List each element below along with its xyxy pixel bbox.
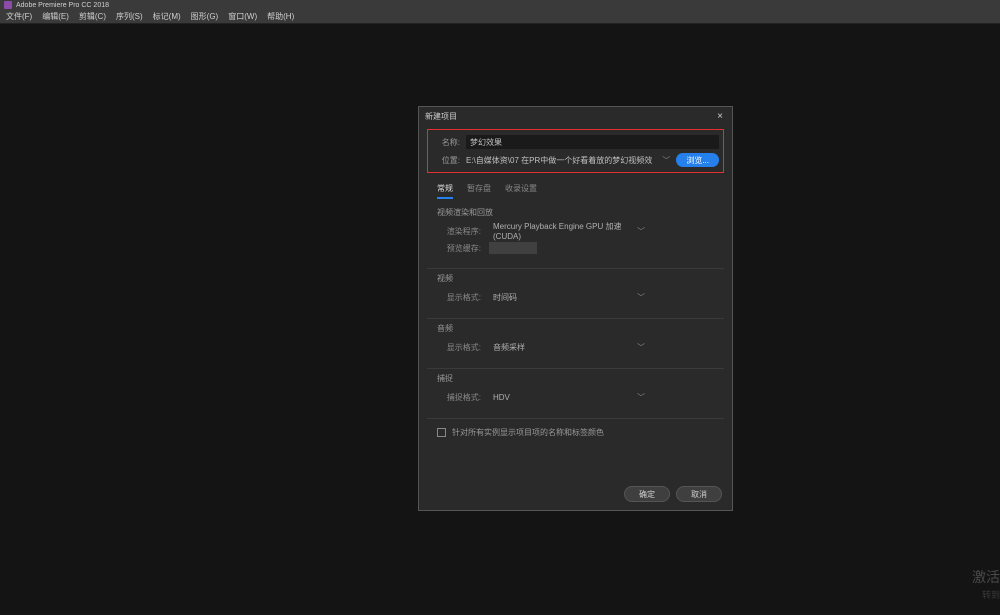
tab-scratch[interactable]: 暂存盘 xyxy=(467,183,491,199)
activation-watermark: 激活 xyxy=(972,567,1000,587)
section-video: 视频 显示格式: 时间码 ﹀ xyxy=(427,269,724,319)
cancel-button[interactable]: 取消 xyxy=(676,486,722,502)
section-video-render: 视频渲染和回放 渲染程序: Mercury Playback Engine GP… xyxy=(427,203,724,269)
capture-title: 捕捉 xyxy=(437,373,714,384)
dialog-footer: 确定 取消 xyxy=(624,486,722,502)
video-title: 视频 xyxy=(437,273,714,284)
ok-button[interactable]: 确定 xyxy=(624,486,670,502)
chevron-down-icon: ﹀ xyxy=(637,392,645,403)
checkbox-row: 针对所有实例显示项目项的名称和标签颜色 xyxy=(427,419,724,446)
location-label: 位置: xyxy=(432,155,460,166)
chevron-down-icon: ﹀ xyxy=(637,342,645,353)
project-items-checkbox[interactable] xyxy=(437,428,446,437)
preview-cache-label: 预览缓存: xyxy=(437,243,481,254)
video-display-label: 显示格式: xyxy=(437,292,481,303)
project-name-input[interactable] xyxy=(466,135,719,149)
capture-format-select[interactable]: HDV ﹀ xyxy=(489,390,649,404)
chevron-down-icon[interactable]: ﹀ xyxy=(662,155,670,166)
checkbox-label: 针对所有实例显示项目项的名称和标签颜色 xyxy=(452,427,604,438)
menu-sequence[interactable]: 序列(S) xyxy=(116,11,143,22)
highlight-box: 名称: 位置: E:\自媒体资\07 在PR中做一个好看着放的梦幻视频效果 ﹀ … xyxy=(427,129,724,173)
window-titlebar: Adobe Premiere Pro CC 2018 xyxy=(0,0,1000,10)
video-display-select[interactable]: 时间码 ﹀ xyxy=(489,290,649,304)
main-menubar: 文件(F) 编辑(E) 剪辑(C) 序列(S) 标记(M) 图形(G) 窗口(W… xyxy=(0,10,1000,24)
menu-graphics[interactable]: 图形(G) xyxy=(191,11,219,22)
name-row: 名称: xyxy=(432,133,719,151)
video-display-value: 时间码 xyxy=(493,292,517,303)
name-label: 名称: xyxy=(432,137,460,148)
menu-window[interactable]: 窗口(W) xyxy=(228,11,257,22)
activation-watermark-sub: 转到 xyxy=(982,588,1000,601)
location-row: 位置: E:\自媒体资\07 在PR中做一个好看着放的梦幻视频效果 ﹀ 浏览..… xyxy=(432,151,719,169)
section-audio: 音频 显示格式: 音频采样 ﹀ xyxy=(427,319,724,369)
video-render-title: 视频渲染和回放 xyxy=(437,207,714,218)
dialog-tabs: 常规 暂存盘 收录设置 xyxy=(427,177,724,203)
capture-format-value: HDV xyxy=(493,393,510,402)
app-icon xyxy=(4,1,12,9)
renderer-select[interactable]: Mercury Playback Engine GPU 加速 (CUDA) ﹀ xyxy=(489,224,649,238)
audio-display-row: 显示格式: 音频采样 ﹀ xyxy=(437,340,714,354)
audio-display-label: 显示格式: xyxy=(437,342,481,353)
menu-clip[interactable]: 剪辑(C) xyxy=(79,11,106,22)
dialog-header: 新建项目 × xyxy=(419,107,732,125)
audio-title: 音频 xyxy=(437,323,714,334)
location-path[interactable]: E:\自媒体资\07 在PR中做一个好看着放的梦幻视频效果 xyxy=(466,155,652,166)
section-capture: 捕捉 捕捉格式: HDV ﹀ xyxy=(427,369,724,419)
menu-marker[interactable]: 标记(M) xyxy=(153,11,181,22)
tab-ingest[interactable]: 收录设置 xyxy=(505,183,537,199)
audio-display-select[interactable]: 音频采样 ﹀ xyxy=(489,340,649,354)
chevron-down-icon: ﹀ xyxy=(637,226,645,237)
new-project-dialog: 新建项目 × 名称: 位置: E:\自媒体资\07 在PR中做一个好看着放的梦幻… xyxy=(418,106,733,511)
renderer-label: 渲染程序: xyxy=(437,226,481,237)
close-icon[interactable]: × xyxy=(714,111,726,122)
preview-cache-field xyxy=(489,242,537,254)
dialog-body: 名称: 位置: E:\自媒体资\07 在PR中做一个好看着放的梦幻视频效果 ﹀ … xyxy=(419,125,732,450)
tab-general[interactable]: 常规 xyxy=(437,183,453,199)
renderer-row: 渲染程序: Mercury Playback Engine GPU 加速 (CU… xyxy=(437,224,714,238)
video-display-row: 显示格式: 时间码 ﹀ xyxy=(437,290,714,304)
capture-format-row: 捕捉格式: HDV ﹀ xyxy=(437,390,714,404)
menu-help[interactable]: 帮助(H) xyxy=(267,11,294,22)
chevron-down-icon: ﹀ xyxy=(637,292,645,303)
browse-button[interactable]: 浏览... xyxy=(676,153,719,167)
window-title: Adobe Premiere Pro CC 2018 xyxy=(16,2,109,9)
dialog-title: 新建项目 xyxy=(425,111,457,122)
preview-cache-row: 预览缓存: xyxy=(437,242,714,254)
menu-file[interactable]: 文件(F) xyxy=(6,11,32,22)
menu-edit[interactable]: 编辑(E) xyxy=(42,11,69,22)
audio-display-value: 音频采样 xyxy=(493,342,525,353)
capture-format-label: 捕捉格式: xyxy=(437,392,481,403)
renderer-value: Mercury Playback Engine GPU 加速 (CUDA) xyxy=(493,221,637,241)
